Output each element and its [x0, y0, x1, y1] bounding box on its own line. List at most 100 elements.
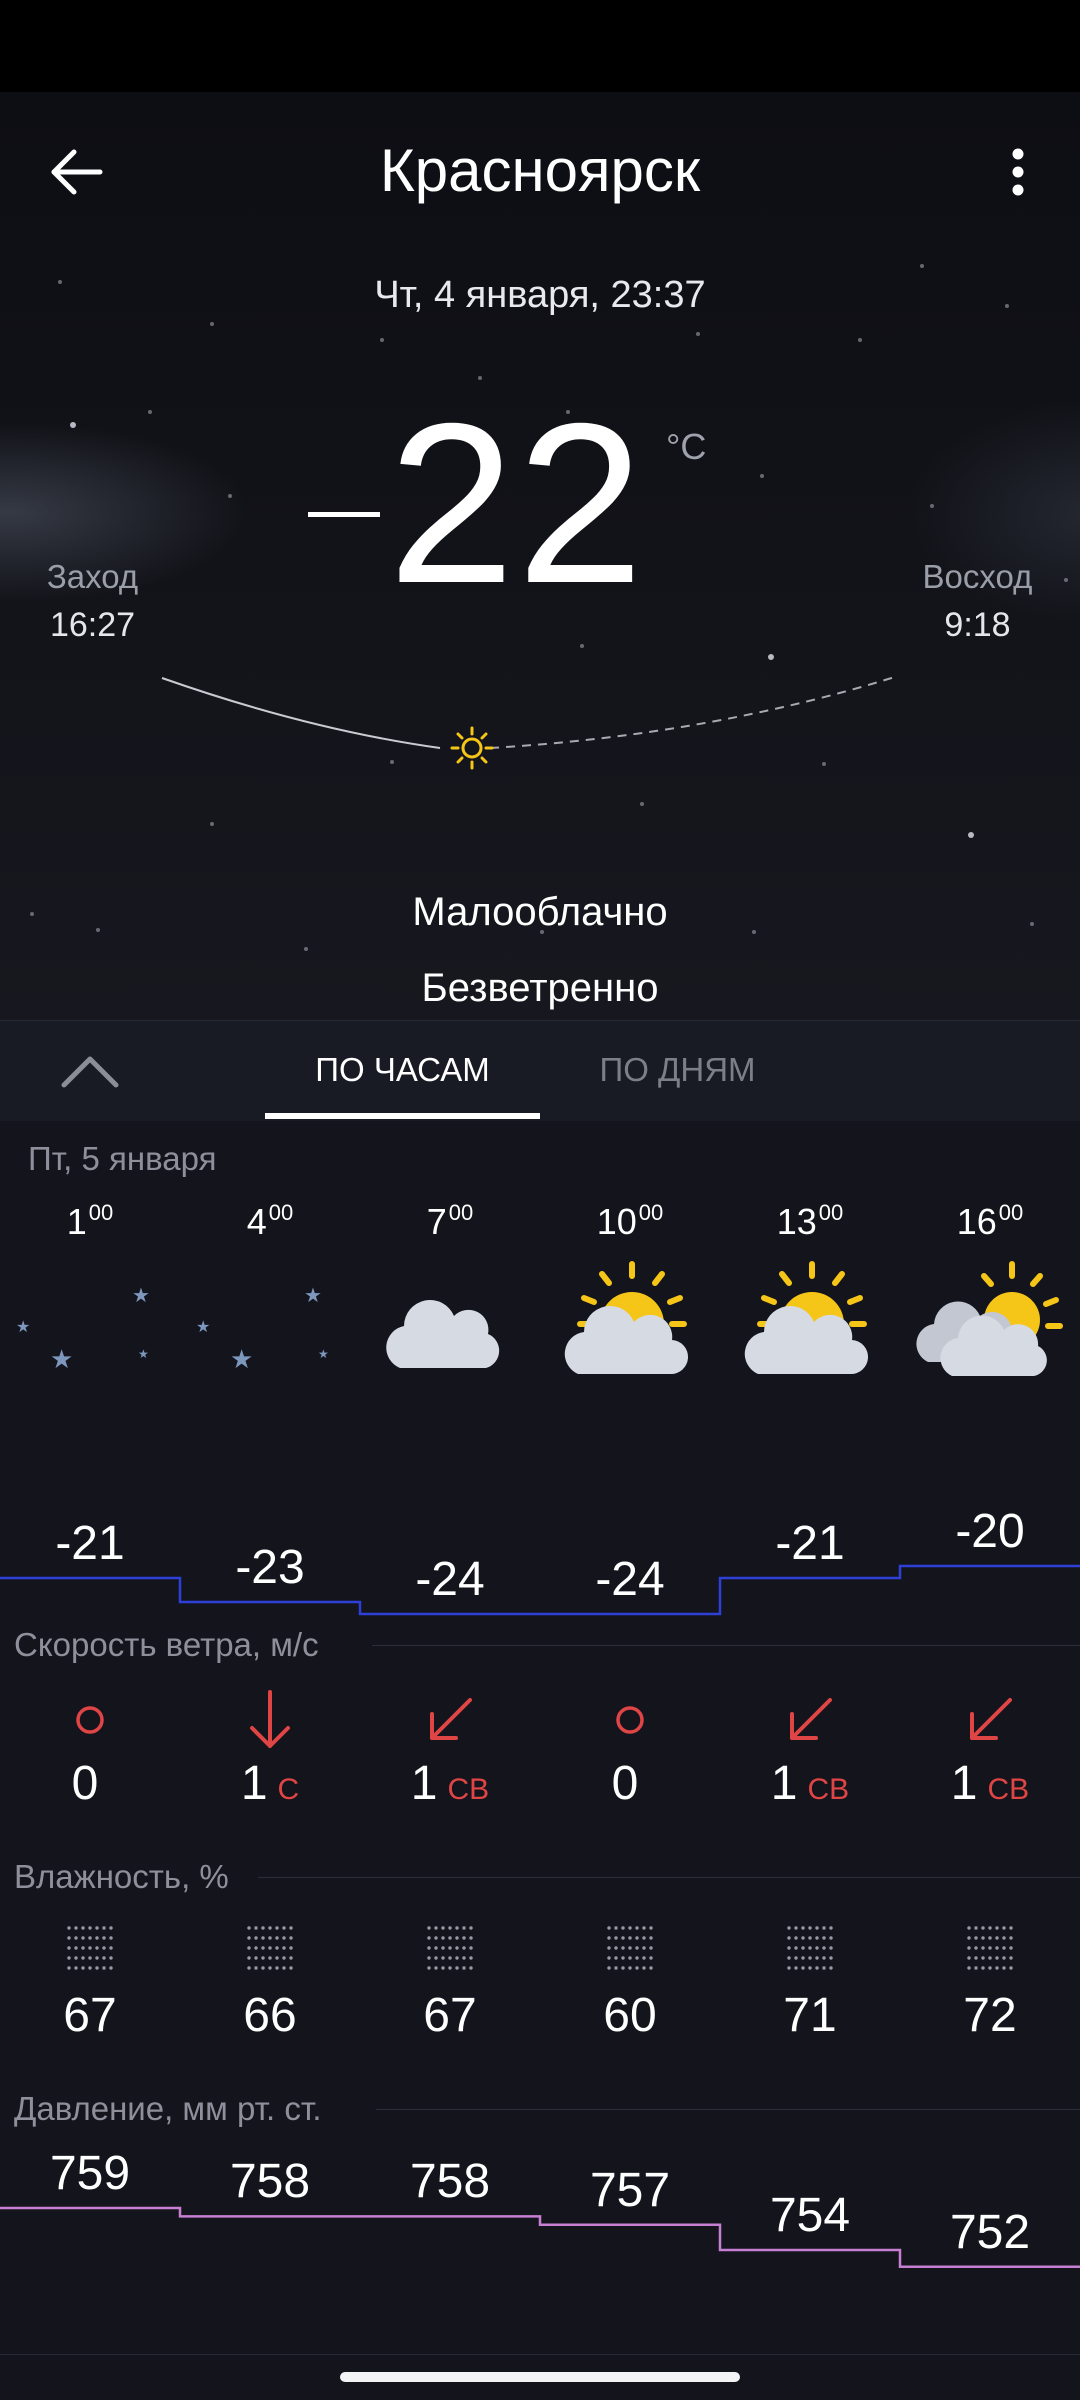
humidity-value: 60 [603, 1989, 657, 2042]
svg-text:★: ★ [138, 1347, 149, 1361]
pressure-chart: 759 758 758 757 754 752 [0, 2140, 1080, 2300]
humidity-dots-icon [540, 1918, 720, 1978]
more-options-button[interactable] [990, 134, 1046, 210]
arrow-down-left-icon [720, 1690, 900, 1750]
humidity-value: 67 [423, 1989, 477, 2042]
svg-text:★: ★ [230, 1345, 253, 1375]
temperature-value: -20 [955, 1505, 1025, 1558]
temperature-value: -24 [595, 1553, 665, 1606]
svg-text:★: ★ [304, 1283, 322, 1307]
forecast-tabs: ПО ЧАСАМ ПО ДНЯМ [0, 1020, 1080, 1122]
star [696, 332, 700, 336]
hour-label: 1600 [956, 1200, 1024, 1242]
tab-hourly[interactable]: ПО ЧАСАМ [265, 1051, 540, 1089]
wind-speed: 0 [611, 1757, 639, 1810]
home-indicator[interactable] [340, 2372, 740, 2382]
star [858, 338, 862, 342]
star [210, 322, 214, 326]
pressure-value: 757 [589, 2163, 671, 2217]
svg-text:★: ★ [132, 1283, 150, 1307]
arrow-down-icon [180, 1690, 360, 1750]
current-temperature: 22 [388, 377, 646, 631]
humidity-value: 67 [63, 1989, 117, 2042]
pressure-value: 758 [409, 2155, 491, 2209]
wind-speed: 0 [71, 1757, 99, 1810]
star [930, 504, 934, 508]
star [210, 822, 214, 826]
svg-text:★: ★ [318, 1347, 329, 1361]
sunrise-label: Восход [922, 558, 1033, 595]
sun-position-icon [450, 726, 494, 770]
temperature-chart: -21 -23 -24 -24 -21 -20 [0, 1480, 1080, 1620]
humidity-dots-icon [0, 1918, 180, 1978]
city-title: Красноярск [379, 137, 701, 204]
sunset-time: 16:27 [49, 606, 136, 644]
star [148, 410, 152, 414]
hour-label: 400 [246, 1200, 294, 1242]
pressure-value: 758 [229, 2155, 311, 2209]
hour-label: 700 [426, 1200, 474, 1242]
humidity-dots-icon [720, 1918, 900, 1978]
sun-path-arc [161, 675, 899, 770]
sunset-label: Заход [46, 558, 139, 595]
divider [376, 2109, 1080, 2110]
divider [0, 2354, 1080, 2355]
hour-label: 1300 [776, 1200, 844, 1242]
pressure-value: 752 [949, 2205, 1031, 2259]
humidity-dots-icon [180, 1918, 360, 1978]
active-tab-indicator [265, 1113, 540, 1119]
collapse-button[interactable] [50, 1041, 130, 1101]
sun-clouds-icon [900, 1250, 1080, 1380]
moon-stars-icon: ★ ★ ★ ★ [0, 1250, 180, 1380]
forecast-day-label: Пт, 5 января [28, 1140, 217, 1177]
humidity-section-title: Влажность, % [14, 1858, 229, 1895]
star [228, 494, 232, 498]
pressure-section-title: Давление, мм рт. ст. [14, 2090, 322, 2127]
star [920, 264, 924, 268]
humidity-dots-icon [900, 1918, 1080, 1978]
temperature-minus-sign [308, 512, 380, 517]
temperature-unit: °C [666, 426, 707, 467]
calm-circle-icon [0, 1690, 180, 1750]
wind-speed: 1 СВ [950, 1757, 1030, 1810]
moon-stars-icon: ★ ★ ★ ★ [180, 1250, 360, 1380]
moon-cloud-icon [360, 1250, 540, 1380]
weather-condition: Малооблачно [412, 890, 668, 934]
svg-text:★: ★ [196, 1317, 210, 1336]
more-vert-icon [1012, 148, 1024, 196]
star [580, 644, 584, 648]
calm-circle-icon [540, 1690, 720, 1750]
pressure-value: 754 [769, 2189, 851, 2242]
status-bar [0, 0, 1080, 92]
chevron-up-icon [61, 1056, 119, 1088]
humidity-value: 71 [783, 1989, 837, 2042]
arrow-down-left-icon [360, 1690, 540, 1750]
star [640, 802, 644, 806]
sun-cloud-icon [720, 1250, 900, 1380]
humidity-dots-icon [360, 1918, 540, 1978]
humidity-value: 72 [963, 1989, 1017, 2042]
pressure-value: 759 [49, 2147, 131, 2200]
wind-speed: 1С [240, 1757, 300, 1810]
wind-speed: 1 СВ [410, 1757, 490, 1810]
star [304, 947, 308, 951]
temperature-value: -21 [775, 1517, 845, 1570]
svg-text:★: ★ [16, 1317, 30, 1336]
hour-label: 1000 [596, 1200, 664, 1242]
temperature-value: -23 [235, 1541, 305, 1594]
hour-label: 100 [66, 1200, 114, 1242]
star [760, 474, 764, 478]
wind-speed: 1 СВ [770, 1757, 850, 1810]
sunrise-time: 9:18 [944, 606, 1011, 644]
tab-daily[interactable]: ПО ДНЯМ [560, 1051, 795, 1089]
temperature-value: -24 [415, 1553, 485, 1606]
star [380, 338, 384, 342]
temperature-value: -21 [55, 1517, 125, 1570]
wind-description: Безветренно [421, 966, 659, 1010]
divider [258, 1877, 1080, 1878]
app-bar: Красноярск [0, 92, 1080, 242]
arrow-down-left-icon [900, 1690, 1080, 1750]
wind-section-title: Скорость ветра, м/с [14, 1626, 319, 1663]
divider [372, 1645, 1080, 1646]
humidity-value: 66 [243, 1989, 297, 2042]
